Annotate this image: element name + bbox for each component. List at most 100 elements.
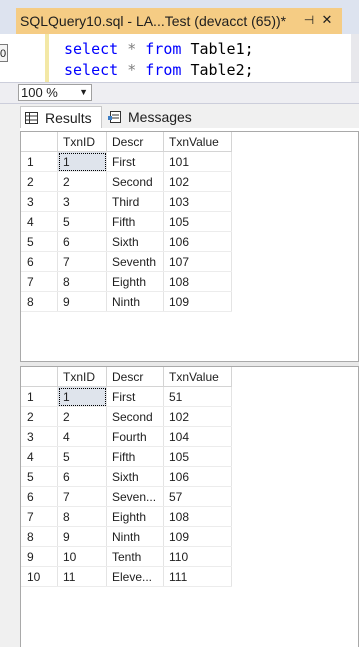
cell-descr[interactable]: Sixth bbox=[106, 231, 164, 252]
cell-descr[interactable]: First bbox=[106, 151, 164, 172]
cell-txnvalue[interactable]: 104 bbox=[163, 426, 232, 447]
results-grid-1[interactable]: TxnID Descr TxnValue 1 1 First 101 2 2 Second 1… bbox=[20, 131, 359, 362]
row-number[interactable]: 7 bbox=[21, 506, 58, 527]
pin-icon[interactable]: ⊣ bbox=[302, 12, 316, 28]
cell-txnid[interactable]: 3 bbox=[57, 191, 107, 212]
row-number[interactable]: 6 bbox=[21, 251, 58, 272]
cell-txnvalue[interactable]: 102 bbox=[163, 406, 232, 427]
zoom-select[interactable]: 100 % ▼ bbox=[18, 84, 92, 101]
row-number[interactable]: 4 bbox=[21, 446, 58, 467]
cell-txnvalue[interactable]: 108 bbox=[163, 271, 232, 292]
cell-txnid[interactable]: 1 bbox=[57, 151, 107, 172]
tab-messages[interactable]: Messages bbox=[104, 106, 204, 128]
table-row[interactable]: 1 1 First 101 bbox=[21, 151, 232, 172]
table-row[interactable]: 6 7 Seven... 57 bbox=[21, 486, 232, 507]
table-row[interactable]: 8 9 Ninth 109 bbox=[21, 291, 232, 312]
cell-txnid[interactable]: 8 bbox=[57, 271, 107, 292]
table-row[interactable]: 4 5 Fifth 105 bbox=[21, 211, 232, 232]
row-number[interactable]: 1 bbox=[21, 386, 58, 407]
row-number[interactable]: 10 bbox=[21, 566, 58, 587]
cell-txnid[interactable]: 9 bbox=[57, 291, 107, 312]
cell-txnvalue[interactable]: 111 bbox=[163, 566, 232, 587]
cell-descr[interactable]: Tenth bbox=[106, 546, 164, 567]
row-number[interactable]: 4 bbox=[21, 211, 58, 232]
row-number[interactable]: 1 bbox=[21, 151, 58, 172]
cell-descr[interactable]: Third bbox=[106, 191, 164, 212]
row-number[interactable]: 3 bbox=[21, 191, 58, 212]
query-editor[interactable]: select * from Table1; select * from Tabl… bbox=[0, 34, 359, 82]
cell-txnid[interactable]: 9 bbox=[57, 526, 107, 547]
cell-txnvalue[interactable]: 110 bbox=[163, 546, 232, 567]
cell-descr[interactable]: Sixth bbox=[106, 466, 164, 487]
cell-txnid[interactable]: 7 bbox=[57, 251, 107, 272]
cell-txnid[interactable]: 10 bbox=[57, 546, 107, 567]
row-number-header[interactable] bbox=[21, 132, 58, 152]
cell-txnid[interactable]: 2 bbox=[57, 171, 107, 192]
cell-txnid[interactable]: 2 bbox=[57, 406, 107, 427]
cell-txnvalue[interactable]: 109 bbox=[163, 526, 232, 547]
cell-txnid[interactable]: 5 bbox=[57, 446, 107, 467]
table-row[interactable]: 8 9 Ninth 109 bbox=[21, 526, 232, 547]
table-row[interactable]: 5 6 Sixth 106 bbox=[21, 466, 232, 487]
cell-txnvalue[interactable]: 106 bbox=[163, 231, 232, 252]
cell-txnvalue[interactable]: 101 bbox=[163, 151, 232, 172]
row-number[interactable]: 2 bbox=[21, 171, 58, 192]
cell-txnid[interactable]: 1 bbox=[57, 386, 107, 407]
code-line-2[interactable]: select * from Table2; bbox=[64, 61, 254, 79]
cell-txnvalue[interactable]: 103 bbox=[163, 191, 232, 212]
row-number[interactable]: 8 bbox=[21, 526, 58, 547]
cell-descr[interactable]: Ninth bbox=[106, 291, 164, 312]
cell-txnid[interactable]: 11 bbox=[57, 566, 107, 587]
cell-txnid[interactable]: 4 bbox=[57, 426, 107, 447]
editor-scrollbar[interactable] bbox=[351, 34, 359, 82]
results-grid-2[interactable]: TxnID Descr TxnValue 1 1 First 51 2 2 Second 10… bbox=[20, 366, 359, 647]
column-header[interactable]: TxnValue bbox=[163, 367, 232, 387]
cell-descr[interactable]: Fifth bbox=[106, 211, 164, 232]
table-row[interactable]: 6 7 Seventh 107 bbox=[21, 251, 232, 272]
cell-txnvalue[interactable]: 109 bbox=[163, 291, 232, 312]
close-icon[interactable]: ✕ bbox=[320, 12, 334, 28]
cell-descr[interactable]: Eighth bbox=[106, 271, 164, 292]
cell-txnvalue[interactable]: 105 bbox=[163, 446, 232, 467]
table-row[interactable]: 4 5 Fifth 105 bbox=[21, 446, 232, 467]
cell-descr[interactable]: Second bbox=[106, 171, 164, 192]
cell-txnid[interactable]: 6 bbox=[57, 466, 107, 487]
column-header[interactable]: TxnID bbox=[57, 367, 107, 387]
table-row[interactable]: 7 8 Eighth 108 bbox=[21, 271, 232, 292]
table-row[interactable]: 2 2 Second 102 bbox=[21, 171, 232, 192]
cell-txnvalue[interactable]: 102 bbox=[163, 171, 232, 192]
cell-descr[interactable]: Seventh bbox=[106, 251, 164, 272]
table-row[interactable]: 7 8 Eighth 108 bbox=[21, 506, 232, 527]
table-row[interactable]: 10 11 Eleve... 111 bbox=[21, 566, 232, 587]
row-number[interactable]: 3 bbox=[21, 426, 58, 447]
row-number[interactable]: 6 bbox=[21, 486, 58, 507]
row-number[interactable]: 7 bbox=[21, 271, 58, 292]
table-row[interactable]: 3 4 Fourth 104 bbox=[21, 426, 232, 447]
table-row[interactable]: 1 1 First 51 bbox=[21, 386, 232, 407]
cell-descr[interactable]: Fifth bbox=[106, 446, 164, 467]
column-header[interactable]: Descr bbox=[106, 132, 164, 152]
cell-txnid[interactable]: 7 bbox=[57, 486, 107, 507]
row-number[interactable]: 2 bbox=[21, 406, 58, 427]
cell-txnvalue[interactable]: 106 bbox=[163, 466, 232, 487]
cell-txnvalue[interactable]: 105 bbox=[163, 211, 232, 232]
cell-txnvalue[interactable]: 107 bbox=[163, 251, 232, 272]
row-number[interactable]: 9 bbox=[21, 546, 58, 567]
table-row[interactable]: 5 6 Sixth 106 bbox=[21, 231, 232, 252]
row-number[interactable]: 5 bbox=[21, 466, 58, 487]
tab-results[interactable]: Results bbox=[20, 106, 102, 128]
document-tab[interactable]: SQLQuery10.sql - LA...Test (devacct (65)… bbox=[16, 8, 342, 34]
table-row[interactable]: 9 10 Tenth 110 bbox=[21, 546, 232, 567]
row-number-header[interactable] bbox=[21, 367, 58, 387]
cell-descr[interactable]: Fourth bbox=[106, 426, 164, 447]
chevron-down-icon[interactable]: ▼ bbox=[79, 85, 88, 100]
table-row[interactable]: 2 2 Second 102 bbox=[21, 406, 232, 427]
code-line-1[interactable]: select * from Table1; bbox=[64, 40, 254, 58]
column-header[interactable]: Descr bbox=[106, 367, 164, 387]
row-number[interactable]: 5 bbox=[21, 231, 58, 252]
cell-txnvalue[interactable]: 108 bbox=[163, 506, 232, 527]
cell-txnvalue[interactable]: 51 bbox=[163, 386, 232, 407]
cell-descr[interactable]: Second bbox=[106, 406, 164, 427]
cell-descr[interactable]: Eighth bbox=[106, 506, 164, 527]
cell-txnid[interactable]: 8 bbox=[57, 506, 107, 527]
